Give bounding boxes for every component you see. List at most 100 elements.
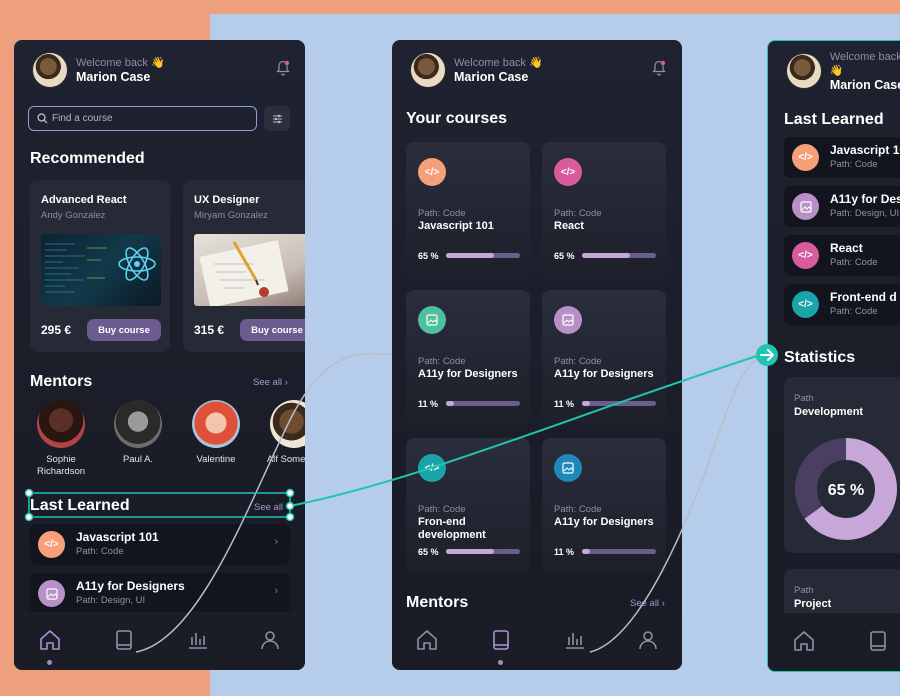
course-title: A11y for Designers <box>76 579 185 593</box>
user-header: Welcome back 👋 Marion Case <box>786 51 900 92</box>
image-icon <box>418 306 446 334</box>
bell-icon[interactable] <box>652 60 666 76</box>
donut-percent: 65 % <box>828 482 864 499</box>
home-icon[interactable] <box>415 628 439 652</box>
mentors-see-all-link[interactable]: See all › <box>253 377 288 388</box>
course-price: 295 € <box>41 323 72 337</box>
course-path: Path: Code <box>554 356 602 367</box>
code-icon: </> <box>792 291 819 318</box>
bottom-nav <box>392 612 682 670</box>
last-learned-row[interactable]: </> Front-end d Path: Code <box>784 284 900 325</box>
book-icon[interactable] <box>489 628 513 652</box>
buy-course-button[interactable]: Buy course <box>87 319 161 341</box>
course-path: Path: Code <box>418 504 466 515</box>
stat-card-development[interactable]: Path Development 65 % <box>784 377 900 553</box>
home-icon[interactable] <box>38 628 62 652</box>
course-title: Advanced React <box>41 194 127 206</box>
course-card[interactable]: </> Path: Code Fron-end development 65 % <box>406 438 530 574</box>
progress-percent: 11 % <box>418 399 439 409</box>
donut-chart: 65 % <box>795 438 897 540</box>
mentor-name: Sophie Richardson <box>36 454 86 477</box>
course-image <box>194 234 305 306</box>
course-card-advanced-react[interactable]: Advanced React Andy Gonzalez 295 € Buy c… <box>30 180 170 352</box>
home-icon[interactable] <box>792 629 816 653</box>
course-author: Miryam Gonzalez <box>194 210 268 221</box>
course-title: React <box>830 241 863 255</box>
mentor-paul[interactable]: Paul A. <box>103 400 173 466</box>
course-title: A11y for Desig <box>830 192 900 206</box>
progress-percent: 11 % <box>554 399 575 409</box>
progress-percent: 65 % <box>418 251 439 261</box>
mentors-title: Mentors <box>406 594 469 611</box>
statistics-title: Statistics <box>784 349 856 366</box>
buy-course-button[interactable]: Buy course <box>240 319 305 341</box>
chevron-right-icon: › <box>274 585 278 597</box>
filter-button[interactable] <box>264 106 290 131</box>
last-learned-see-all-link[interactable]: See all <box>254 502 283 513</box>
mentor-name: Alf Somersm <box>266 454 305 465</box>
course-name: Javascript 101 <box>418 220 494 232</box>
progress-bar <box>446 401 520 406</box>
code-icon: </> <box>792 242 819 269</box>
book-icon[interactable] <box>866 629 890 653</box>
avatar[interactable] <box>410 52 446 88</box>
active-indicator <box>498 660 503 665</box>
recommended-title: Recommended <box>30 150 145 167</box>
last-learned-row[interactable]: </> Javascript 10 Path: Code <box>784 137 900 178</box>
course-card[interactable]: </> Path: Code Javascript 101 65 % <box>406 142 530 278</box>
code-icon: </> <box>418 454 446 482</box>
course-path: Path: Code <box>554 208 602 219</box>
mentor-name: Valentine <box>196 454 236 465</box>
stats-icon[interactable] <box>563 628 587 652</box>
active-indicator <box>47 660 52 665</box>
course-author: Andy Gonzalez <box>41 210 106 221</box>
welcome-text: Welcome back 👋 <box>454 57 543 69</box>
course-card[interactable]: </> Path: Code React 65 % <box>542 142 666 278</box>
profile-icon[interactable] <box>258 628 282 652</box>
progress-bar <box>446 253 520 258</box>
last-learned-row[interactable]: A11y for Desig Path: Design, UI <box>784 186 900 227</box>
courses-screen: Welcome back 👋 Marion Case Your courses … <box>392 40 682 670</box>
mentor-valentine[interactable]: Valentine <box>181 400 251 466</box>
stats-icon[interactable] <box>186 628 210 652</box>
last-learned-row[interactable]: A11y for Designers Path: Design, UI › <box>30 573 290 614</box>
course-name: A11y for Designers <box>554 516 654 528</box>
mentor-sophie[interactable]: Sophie Richardson <box>26 400 96 478</box>
course-price: 315 € <box>194 323 225 337</box>
last-learned-row[interactable]: </> React Path: Code <box>784 235 900 276</box>
profile-icon[interactable] <box>636 628 660 652</box>
user-header: Welcome back 👋 Marion Case <box>32 52 165 88</box>
stat-label: Path <box>794 585 814 596</box>
last-learned-row[interactable]: </> Javascript 101 Path: Code › <box>30 524 290 565</box>
code-icon: </> <box>38 531 65 558</box>
course-card-ux-designer[interactable]: UX Designer Miryam Gonzalez 315 € Buy co… <box>183 180 305 352</box>
avatar[interactable] <box>32 52 68 88</box>
last-learned-title: Last Learned <box>30 497 130 514</box>
course-name: A11y for Designers <box>554 368 654 380</box>
mentor-name: Paul A. <box>122 454 154 465</box>
progress-bar <box>446 549 520 554</box>
course-card[interactable]: Path: Code A11y for Designers 11 % <box>542 290 666 426</box>
course-path: Path: Code <box>830 306 878 317</box>
course-card[interactable]: Path: Code A11y for Designers 11 % <box>542 438 666 574</box>
bottom-nav <box>14 612 305 670</box>
course-card[interactable]: Path: Code A11y for Designers 11 % <box>406 290 530 426</box>
progress-percent: 11 % <box>554 547 575 557</box>
course-title: Front-end d <box>830 290 897 304</box>
image-icon <box>792 193 819 220</box>
user-header: Welcome back 👋 Marion Case <box>410 52 543 88</box>
course-path: Path: Code <box>554 504 602 515</box>
sliders-icon <box>272 114 282 123</box>
bell-icon[interactable] <box>276 60 290 76</box>
user-name: Marion Case <box>76 70 151 84</box>
your-courses-title: Your courses <box>406 110 508 127</box>
progress-bar <box>582 549 656 554</box>
search-input[interactable]: Find a course <box>28 106 257 131</box>
stat-label: Path <box>794 393 814 404</box>
book-icon[interactable] <box>112 628 136 652</box>
progress-bar <box>582 253 656 258</box>
avatar[interactable] <box>786 53 822 89</box>
mentor-alf[interactable]: Alf Somersm <box>259 400 305 466</box>
mentors-see-all-link[interactable]: See all › <box>630 598 665 609</box>
course-name: React <box>554 220 584 232</box>
